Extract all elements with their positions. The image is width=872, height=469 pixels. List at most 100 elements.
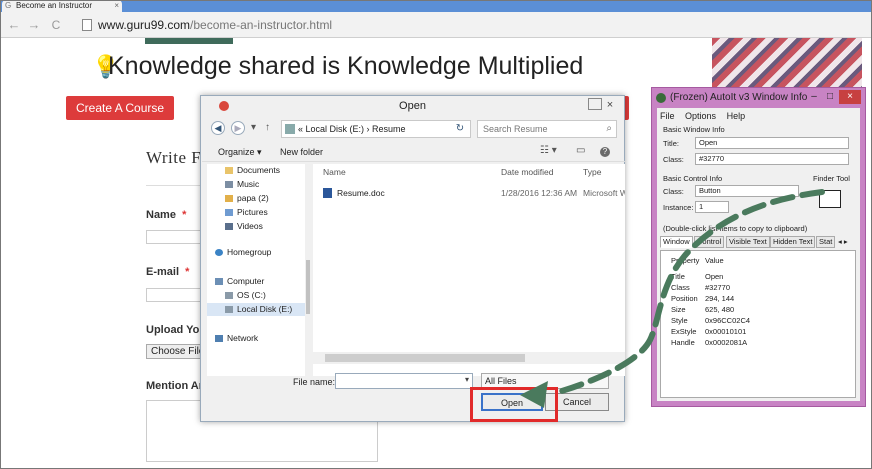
window-class-field[interactable]: #32770 [695,153,849,165]
back-icon[interactable]: ← [6,17,22,33]
close-icon[interactable]: × [602,98,618,112]
property-row[interactable]: Position 294, 144 [661,293,855,304]
tab-control[interactable]: Control [694,236,725,248]
property-row[interactable]: Title Open [661,271,855,282]
forward-icon[interactable]: → [26,17,42,33]
search-icon: ⌕ [606,123,612,134]
create-course-button[interactable]: Create A Course [66,96,175,120]
copy-hint: (Double-click list items to copy to clip… [663,224,808,233]
mention-label: Mention Ar [146,380,204,392]
autoit-menubar: File Options Help [660,111,753,121]
tab-close-icon[interactable]: × [114,0,119,12]
property-row[interactable]: Style 0x96CC02C4 [661,315,855,326]
side-banner-image[interactable] [712,38,862,94]
chevron-down-icon[interactable]: ▾ [465,375,469,384]
drive-icon [225,292,233,299]
tab-window[interactable]: Window [660,236,693,248]
maximize-icon[interactable] [588,98,602,110]
column-date[interactable]: Date modified [501,167,553,177]
file-row[interactable]: Resume.doc 1/28/2016 12:36 AM Microsoft … [313,186,625,200]
open-button-highlight [470,387,558,422]
nav-item-network[interactable]: Network [207,332,311,345]
choose-file-button[interactable]: Choose File [146,344,204,359]
file-type: Microsoft W [583,188,625,198]
page-headline: 💡Knowledge shared is Knowledge Multiplie… [92,52,583,81]
autoit-property-list: Property Value Title Open Class #32770 Posi… [660,250,856,398]
organize-button[interactable]: Organize ▾ [218,145,262,159]
email-field[interactable] [146,288,206,302]
file-list: Name Date modified Type Resume.doc 1/28/… [313,164,625,376]
drive-icon [285,124,295,134]
menu-file[interactable]: File [660,111,675,121]
url-path: /become-an-instructor.html [190,18,333,32]
preview-pane-icon[interactable]: ▭ [576,145,585,156]
upload-label: Upload You [146,324,207,336]
maximize-icon[interactable]: □ [823,91,837,103]
control-class-field[interactable]: Button [695,185,799,197]
pictures-icon [225,209,233,216]
hscroll-thumb[interactable] [325,354,525,362]
property-row[interactable]: Size 625, 480 [661,304,855,315]
help-icon[interactable]: ? [600,147,610,157]
search-input[interactable]: Search Resume ⌕ [477,120,617,138]
property-row[interactable]: Class #32770 [661,282,855,293]
property-row[interactable]: ExStyle 0x00010101 [661,326,855,337]
headline-text: Knowledge shared is Knowledge Multiplied [108,52,584,80]
property-row[interactable]: Handle 0x0002081A [661,337,855,348]
recent-dropdown-icon[interactable]: ▾ [251,121,256,135]
reload-icon[interactable]: C [48,17,64,33]
instance-label: Instance: [663,203,694,212]
dialog-breadcrumb[interactable]: « Local Disk (E:) › Resume [281,120,471,138]
nav-item-documents[interactable]: Documents [207,164,311,177]
tab-statusbar[interactable]: Stat [816,236,836,248]
back-icon[interactable]: ◀ [211,121,225,135]
nav-item-papa[interactable]: papa (2) [207,192,311,205]
nav-item-os-c[interactable]: OS (C:) [207,289,311,302]
tab-scroll-icon[interactable]: ◂ ▸ [838,237,848,246]
tab-visible-text[interactable]: Visible Text [726,236,770,248]
nav-item-local-disk-e[interactable]: Local Disk (E:) [207,303,311,316]
browser-tab[interactable]: G Become an Instructor × [2,0,122,12]
close-icon[interactable]: × [839,90,861,104]
up-folder-icon[interactable]: ↑ [265,121,270,135]
minimize-icon[interactable]: – [807,91,821,103]
nav-scroll-thumb[interactable] [306,260,310,314]
url-host: www.guru99.com [98,18,191,32]
videos-icon [225,223,233,230]
nav-item-homegroup[interactable]: Homegroup [207,246,311,259]
basic-window-info-heading: Basic Window Info [663,125,725,134]
new-folder-button[interactable]: New folder [280,145,323,159]
file-list-hscrollbar[interactable] [313,352,625,364]
file-date: 1/28/2016 12:36 AM [501,188,578,198]
menu-help[interactable]: Help [727,111,746,121]
autoit-body: File Options Help Basic Window Info Titl… [657,108,860,401]
forward-icon[interactable]: ▶ [231,121,245,135]
column-type[interactable]: Type [583,167,601,177]
file-name-input[interactable]: ▾ [335,373,473,389]
nav-item-music[interactable]: Music [207,178,311,191]
page-icon [82,19,92,31]
list-header: Property Value [671,256,724,265]
instance-field[interactable]: 1 [695,201,729,213]
column-name[interactable]: Name [323,167,346,177]
dialog-command-bar: Organize ▾ New folder ☷ ▾ ▭ ? [202,142,625,162]
finder-tool-target-icon[interactable] [819,190,841,208]
email-label: E-mail * [146,266,190,278]
nav-item-pictures[interactable]: Pictures [207,206,311,219]
autoit-window-info: (Frozen) AutoIt v3 Window Info – □ × Fil… [651,87,866,407]
window-title-field[interactable]: Open [695,137,849,149]
nav-item-videos[interactable]: Videos [207,220,311,233]
refresh-icon[interactable]: ↻ [453,120,467,138]
address-bar[interactable]: www.guru99.com/become-an-instructor.html [98,16,718,34]
dialog-address-row: ◀ ▶ ▾ ↑ « Local Disk (E:) › Resume ↻ Sea… [207,119,619,139]
nav-item-computer[interactable]: Computer [207,275,311,288]
menu-options[interactable]: Options [685,111,716,121]
autoit-tabs: Window Control Visible Text Hidden Text … [660,236,856,248]
form-title: Write F [146,148,202,167]
name-field[interactable] [146,230,206,244]
dialog-title: Open [399,100,426,112]
tab-hidden-text[interactable]: Hidden Text [770,236,816,248]
view-options-icon[interactable]: ☷ ▾ [540,145,557,156]
nav-accent-bar [145,38,233,44]
nav-scrollbar[interactable] [305,164,311,376]
